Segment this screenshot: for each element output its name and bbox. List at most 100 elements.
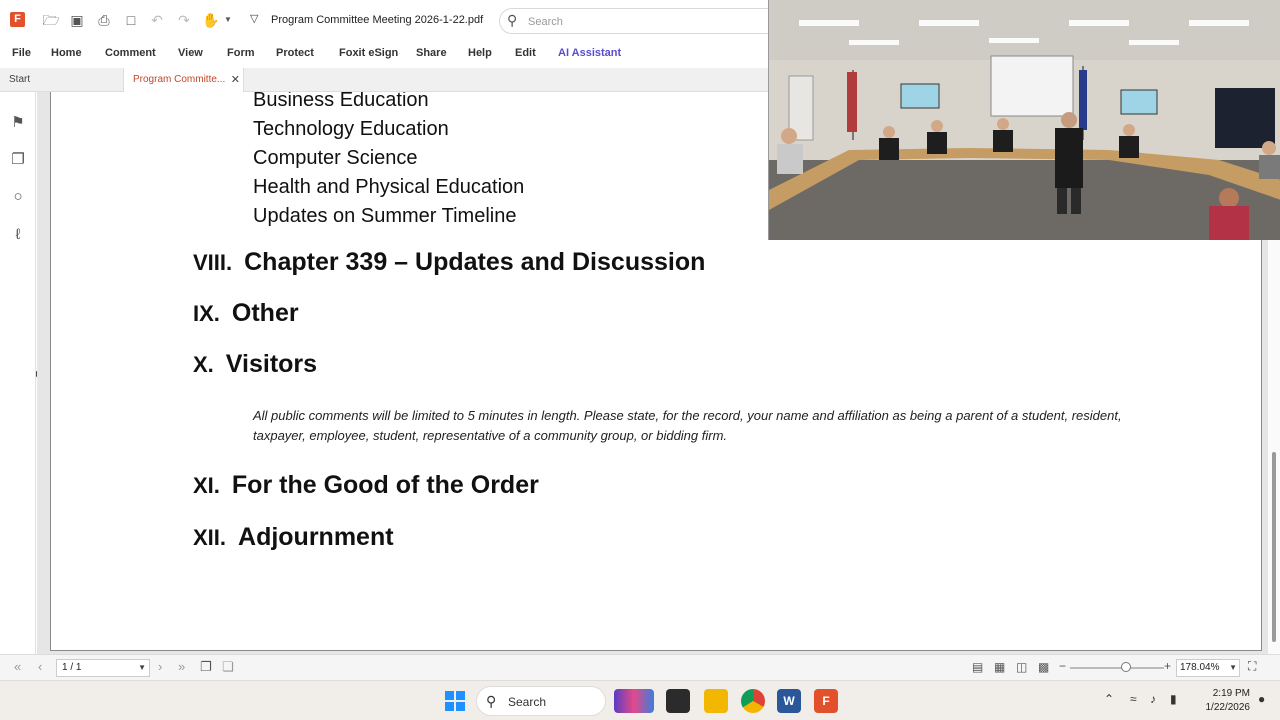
section-number: X.	[193, 352, 214, 377]
close-icon[interactable]: ✕	[231, 68, 240, 92]
menu-edit[interactable]: Edit	[515, 47, 536, 59]
search-icon: ⚲	[507, 12, 518, 28]
menu-form[interactable]: Form	[227, 47, 255, 59]
meeting-room-scene	[769, 0, 1280, 240]
meeting-video-overlay	[768, 0, 1280, 240]
agenda-section: XII. Adjournment	[193, 523, 394, 552]
zoom-slider-handle[interactable]	[1121, 662, 1131, 672]
save-icon[interactable]: ▣	[68, 11, 86, 29]
page-number-field[interactable]: 1 / 1 ▼	[56, 659, 150, 677]
section-title: For the Good of the Order	[231, 471, 539, 499]
copy-page-icon[interactable]: ❐	[200, 659, 212, 675]
menu-ai-assistant[interactable]: AI Assistant	[558, 47, 621, 59]
windows-taskbar: ⚲ Search W F ⌃ ≈ ♪ ▮ 2:19 PM 1/22/2026 ●	[0, 680, 1280, 720]
tray-chevron-up-icon[interactable]: ⌃	[1104, 692, 1114, 706]
left-sidebar: ⚑ ❐ ○ ℓ	[0, 92, 36, 654]
print-icon[interactable]: ⎙	[95, 11, 113, 29]
zoom-out-icon[interactable]: −	[1059, 659, 1066, 673]
agenda-section: IX. Other	[193, 299, 299, 328]
menu-foxit-esign[interactable]: Foxit eSign	[339, 47, 398, 59]
zoom-in-icon[interactable]: +	[1164, 659, 1171, 673]
menu-comment[interactable]: Comment	[105, 47, 156, 59]
first-page-icon[interactable]: «	[14, 659, 21, 674]
tab-document-label: Program Committe...	[133, 74, 226, 85]
paperclip-icon[interactable]: ℓ	[9, 226, 27, 244]
section-title: Chapter 339 – Updates and Discussion	[244, 248, 706, 276]
agenda-sub-item: Computer Science	[253, 147, 418, 169]
agenda-section: XI. For the Good of the Order	[193, 471, 539, 500]
taskbar-search-label: Search	[508, 695, 547, 709]
hand-tool-icon[interactable]: ✋	[202, 11, 220, 29]
chevron-down-icon[interactable]: ▼	[1229, 660, 1237, 676]
chevron-down-icon[interactable]: ▼	[138, 660, 146, 676]
zoom-slider[interactable]	[1070, 667, 1164, 669]
section-number: XII.	[193, 525, 227, 550]
fit-page-icon[interactable]: ❏	[222, 659, 234, 675]
agenda-section: VIII. Chapter 339 – Updates and Discussio…	[193, 248, 705, 277]
continuous-view-icon[interactable]: ▦	[994, 660, 1005, 674]
page-indicator: 1 / 1	[62, 662, 82, 673]
zoom-level-field[interactable]: 178.04% ▼	[1176, 659, 1240, 677]
tab-start-label: Start	[9, 74, 31, 85]
menu-protect[interactable]: Protect	[276, 47, 314, 59]
file-explorer-icon[interactable]	[704, 689, 728, 713]
agenda-section: X. Visitors	[193, 350, 317, 379]
zoom-level: 178.04%	[1180, 662, 1220, 673]
menu-file[interactable]: File	[12, 47, 31, 59]
facing-view-icon[interactable]: ◫	[1016, 660, 1027, 674]
menu-view[interactable]: View	[178, 47, 203, 59]
battery-icon[interactable]: ▮	[1170, 692, 1177, 706]
volume-icon[interactable]: ♪	[1150, 692, 1156, 706]
agenda-sub-item: Updates on Summer Timeline	[253, 205, 517, 227]
search-box[interactable]: ⚲ Search	[499, 8, 799, 34]
undo-icon[interactable]: ↶	[148, 11, 166, 29]
section-title: Adjournment	[238, 523, 394, 551]
next-page-icon[interactable]: ›	[158, 659, 162, 674]
task-view-icon[interactable]	[666, 689, 690, 713]
bookmark-icon[interactable]: ⚑	[9, 114, 27, 132]
section-number: XI.	[193, 473, 220, 498]
section-number: VIII.	[193, 250, 233, 275]
pages-icon[interactable]: ❐	[9, 151, 27, 169]
agenda-sub-item: Health and Physical Education	[253, 176, 525, 198]
fullscreen-icon[interactable]: ⛶	[1248, 659, 1256, 674]
status-bar: « ‹ 1 / 1 ▼ › » ❐ ❏ ▤ ▦ ◫ ▩ − + 178.04% …	[0, 654, 1280, 680]
agenda-sub-item: Technology Education	[253, 118, 449, 140]
redo-icon[interactable]: ↷	[175, 11, 193, 29]
agenda-sub-item: Business Education	[253, 92, 429, 111]
foxit-reader-icon[interactable]: F	[814, 689, 838, 713]
hand-tool-dropdown-icon[interactable]: ▼	[219, 11, 237, 29]
title-chevron-down-icon[interactable]: ▽	[250, 12, 258, 25]
clock-time: 2:19 PM	[1212, 688, 1250, 699]
section-number: IX.	[193, 301, 220, 326]
system-clock[interactable]: 2:19 PM 1/22/2026	[1194, 687, 1251, 715]
foxit-logo-icon[interactable]: F	[10, 12, 25, 27]
menu-help[interactable]: Help	[468, 47, 492, 59]
single-page-view-icon[interactable]: ▤	[972, 660, 983, 674]
menu-home[interactable]: Home	[51, 47, 82, 59]
menu-share[interactable]: Share	[416, 47, 447, 59]
windows-start-icon[interactable]	[445, 691, 465, 711]
visitors-note: All public comments will be limited to 5…	[253, 408, 1122, 443]
section-title: Other	[231, 299, 299, 327]
section-title: Visitors	[225, 350, 318, 378]
tab-start[interactable]: Start	[0, 68, 124, 92]
document-title: Program Committee Meeting 2026-1-22.pdf	[271, 14, 484, 26]
previous-page-icon[interactable]: ‹	[38, 659, 42, 674]
search-placeholder: Search	[528, 16, 563, 28]
word-icon[interactable]: W	[777, 689, 801, 713]
notification-icon[interactable]: ●	[1258, 692, 1265, 706]
scrollbar-thumb[interactable]	[1272, 452, 1276, 642]
wifi-icon[interactable]: ≈	[1130, 692, 1137, 706]
taskbar-search[interactable]: ⚲ Search	[476, 686, 606, 716]
new-document-icon[interactable]: □	[122, 11, 140, 29]
clock-date: 1/22/2026	[1205, 702, 1251, 713]
open-folder-icon[interactable]: 🗁	[42, 11, 60, 29]
chrome-icon[interactable]	[741, 689, 765, 713]
widgets-icon[interactable]	[614, 689, 654, 713]
tab-document[interactable]: Program Committe... ✕	[124, 68, 244, 92]
comment-icon[interactable]: ○	[9, 188, 27, 206]
search-icon: ⚲	[486, 693, 497, 709]
continuous-facing-view-icon[interactable]: ▩	[1038, 660, 1049, 674]
last-page-icon[interactable]: »	[178, 659, 185, 674]
